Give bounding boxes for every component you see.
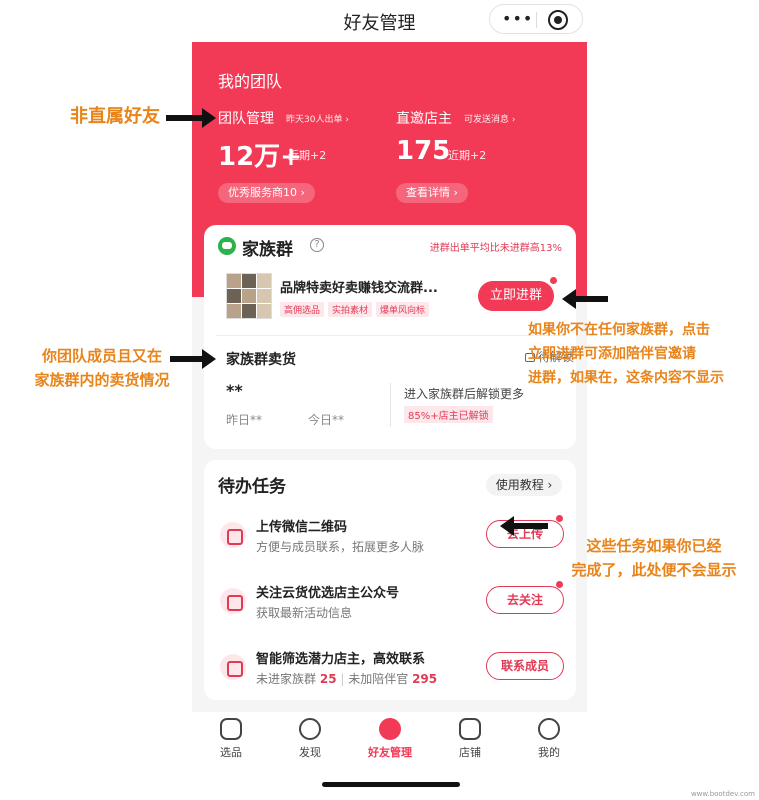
- watermark: www.bootdev.com: [690, 790, 755, 798]
- unlock-badge: 85%+店主已解锁: [404, 406, 493, 423]
- annotation-tasks: 这些任务如果你已经 完成了，此处便不会显示: [556, 534, 752, 582]
- task-desc: 获取最新活动信息: [256, 606, 353, 620]
- task-desc: 方便与成员联系，拓展更多人脉: [256, 540, 425, 554]
- annotation-non-direct-friends: 非直属好友: [70, 106, 160, 127]
- excellent-provider-pill[interactable]: 优秀服务商10 ›: [218, 183, 315, 203]
- tab-discover[interactable]: 发现: [280, 718, 340, 760]
- task-item: 关注云货优选店主公众号 获取最新活动信息 去关注: [204, 578, 576, 634]
- tab-label: 店铺: [459, 746, 481, 759]
- compass-icon: [299, 718, 321, 740]
- page-title: 好友管理: [343, 13, 416, 34]
- tab-label: 选品: [220, 746, 242, 759]
- miniapp-capsule: •••: [489, 4, 583, 34]
- group-avatar-grid: [226, 273, 272, 319]
- capsule-divider: [536, 12, 537, 28]
- friends-icon: [379, 718, 401, 740]
- direct-invite-sub[interactable]: 可发送消息 ›: [464, 112, 515, 125]
- annotation-family-sales: 你团队成员且又在 家族群内的卖货情况: [24, 344, 180, 392]
- view-details-pill[interactable]: 查看详情 ›: [396, 183, 468, 203]
- team-title: 我的团队: [218, 72, 283, 91]
- chat-icon: [220, 654, 246, 680]
- tab-shop[interactable]: 店铺: [440, 718, 500, 760]
- direct-invite-recent: 近期+2: [448, 149, 487, 162]
- yesterday-sales: 昨日**: [226, 413, 263, 427]
- group-tags: 高佣选品 实拍素材 爆单风向标: [280, 302, 430, 317]
- notification-dot: [556, 581, 563, 588]
- notification-dot: [556, 515, 563, 522]
- group-tag: 高佣选品: [280, 302, 325, 317]
- top-nav-bar: 好友管理 •••: [0, 0, 759, 40]
- direct-invite-value: 175: [396, 136, 451, 166]
- family-sales-title: 家族群卖货: [226, 352, 296, 368]
- divider: [216, 335, 564, 336]
- annotation-line: 你团队成员且又在: [41, 347, 162, 365]
- tab-select-products[interactable]: 选品: [201, 718, 261, 760]
- tab-label: 发现: [299, 746, 321, 759]
- follow-icon: [220, 588, 246, 614]
- tab-friend-management[interactable]: 好友管理: [360, 718, 420, 760]
- masked-sales-value: **: [226, 381, 243, 400]
- todo-title: 待办任务: [218, 477, 286, 497]
- not-in-group-label: 未进家族群: [256, 672, 317, 686]
- annotation-line: 这些任务如果你已经: [586, 537, 722, 555]
- wechat-icon: [218, 237, 236, 255]
- task-name: 上传微信二维码: [256, 520, 348, 535]
- todo-card: 待办任务 使用教程 › 上传微信二维码 方便与成员联系，拓展更多人脉 去上传 关…: [204, 460, 576, 700]
- no-companion-label: 未加陪伴官: [348, 672, 409, 686]
- group-row[interactable]: 品牌特卖好卖赚钱交流群... 高佣选品 实拍素材 爆单风向标 立即进群: [216, 267, 564, 327]
- team-management-recent: 近期+2: [288, 149, 327, 162]
- tutorial-button[interactable]: 使用教程 ›: [486, 474, 562, 496]
- family-group-title: 家族群: [242, 240, 293, 260]
- help-icon[interactable]: ?: [310, 238, 324, 252]
- task-item: 智能筛选潜力店主，高效联系 未进家族群 25 | 未加陪伴官 295 联系成员: [204, 644, 576, 700]
- more-menu-icon[interactable]: •••: [502, 10, 532, 28]
- annotation-line: 完成了，此处便不会显示: [571, 561, 737, 579]
- tab-label: 我的: [538, 746, 560, 759]
- home-indicator: [322, 782, 460, 787]
- team-management-sub[interactable]: 昨天30人出单 ›: [286, 112, 349, 125]
- group-tag: 爆单风向标: [376, 302, 430, 317]
- notification-dot: [550, 277, 557, 284]
- task-name: 关注云货优选店主公众号: [256, 586, 400, 601]
- annotation-line: 如果你不在任何家族群，点击: [528, 322, 710, 338]
- task-desc: 未进家族群 25 | 未加陪伴官 295: [256, 672, 438, 686]
- unlock-hint: 进入家族群后解锁更多: [404, 387, 525, 401]
- profile-icon: [538, 718, 560, 740]
- bottom-tab-bar: 选品 发现 好友管理 店铺 我的: [192, 712, 587, 772]
- family-group-card: 家族群 ? 进群出单平均比未进群高13% 品牌特卖好卖赚钱交流群... 高佣选品…: [204, 225, 576, 449]
- no-companion-count: 295: [412, 672, 438, 686]
- not-in-group-count: 25: [319, 672, 337, 686]
- annotation-join-group: 如果你不在任何家族群，点击 立即进群可添加陪伴官邀请 进群，如果在，这条内容不显…: [528, 318, 756, 390]
- arrow-left-icon: [562, 289, 608, 309]
- divider: [390, 383, 391, 427]
- team-management-label[interactable]: 团队管理: [218, 108, 274, 128]
- qrcode-icon: [220, 522, 246, 548]
- annotation-line: 进群，如果在，这条内容不显示: [528, 370, 724, 386]
- arrow-right-icon: [166, 108, 216, 128]
- task-item: 上传微信二维码 方便与成员联系，拓展更多人脉 去上传: [204, 512, 576, 568]
- annotation-line: 家族群内的卖货情况: [34, 371, 170, 389]
- family-group-note: 进群出单平均比未进群高13%: [429, 243, 562, 254]
- tab-profile[interactable]: 我的: [519, 718, 579, 760]
- annotation-line: 立即进群可添加陪伴官邀请: [528, 346, 696, 362]
- today-sales: 今日**: [308, 413, 345, 427]
- task-name: 智能筛选潜力店主，高效联系: [256, 652, 426, 667]
- search-icon: [220, 718, 242, 740]
- arrow-left-icon: [500, 516, 548, 536]
- tab-label: 好友管理: [368, 746, 412, 759]
- group-name: 品牌特卖好卖赚钱交流群...: [280, 281, 438, 296]
- group-tag: 实拍素材: [328, 302, 373, 317]
- direct-invite-label[interactable]: 直邀店主: [396, 108, 452, 128]
- close-miniapp-icon[interactable]: [548, 10, 568, 30]
- shop-icon: [459, 718, 481, 740]
- arrow-right-icon: [170, 349, 216, 369]
- contact-members-button[interactable]: 联系成员: [486, 652, 564, 680]
- follow-account-button[interactable]: 去关注: [486, 586, 564, 614]
- join-group-button[interactable]: 立即进群: [478, 281, 554, 311]
